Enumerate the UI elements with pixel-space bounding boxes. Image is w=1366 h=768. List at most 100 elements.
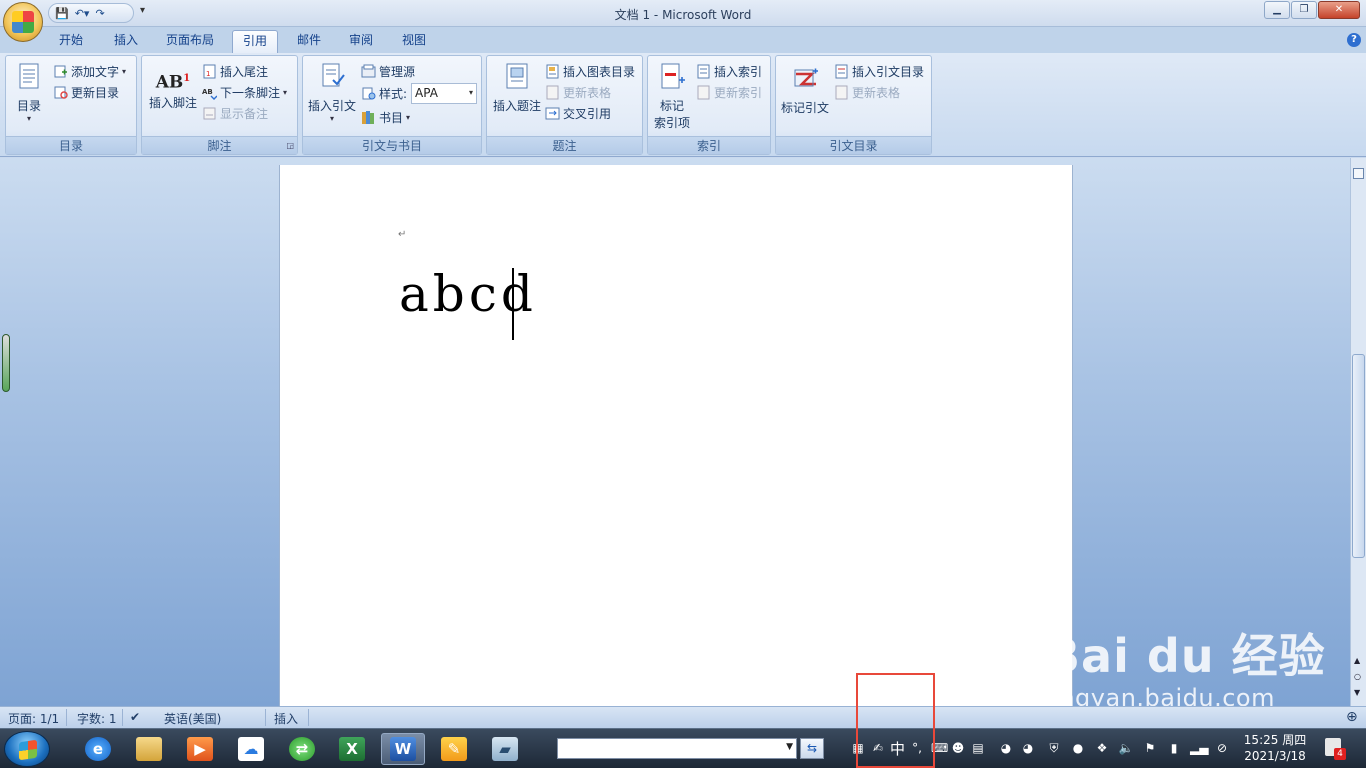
status-insert-mode[interactable]: 插入 [274, 710, 298, 727]
tab-mailings[interactable]: 邮件 [286, 30, 332, 53]
mark-entry-label-2: 索引项 [653, 116, 690, 130]
manage-sources-icon [361, 64, 376, 77]
update-table-button[interactable]: 更新表格 [545, 82, 611, 102]
ime-tools-icon[interactable]: ▤ [970, 740, 986, 756]
proofing-icon[interactable]: ✔ [130, 710, 140, 724]
tray-app-icon[interactable]: ● [1070, 740, 1086, 756]
update-toc-label: 更新目录 [71, 85, 120, 100]
tab-page-layout[interactable]: 页面布局 [157, 30, 223, 53]
scroll-down-icon[interactable]: ▼ [1354, 688, 1360, 697]
taskbar-baidu-netdisk[interactable]: ☁ [229, 733, 273, 765]
system-clock[interactable]: 15:25 周四 2021/3/18 [1240, 732, 1310, 764]
clock-date: 2021/3/18 [1244, 749, 1306, 763]
view-ruler-icon[interactable] [1353, 168, 1364, 179]
style-label: 样式: [379, 86, 408, 101]
insert-table-of-figures-label: 插入图表目录 [563, 64, 636, 79]
toc-button[interactable]: 目录 ▾ [12, 62, 46, 123]
update-index-button[interactable]: 更新索引 [696, 82, 762, 102]
signal-icon[interactable]: ▂▄ [1190, 740, 1208, 756]
taskbar-green-app[interactable]: ⇄ [280, 733, 324, 765]
network-app-icon[interactable]: ❖ [1094, 740, 1110, 756]
window-controls: ▁ ❐ ✕ [1264, 1, 1360, 19]
document-text[interactable]: abcd [399, 269, 537, 319]
next-footnote-button[interactable]: AB 下一条脚注 ▾ [202, 82, 287, 102]
update-toa-button[interactable]: 更新表格 [834, 82, 900, 102]
cross-reference-button[interactable]: 交叉引用 [545, 103, 611, 123]
address-input[interactable]: ▼ [557, 738, 797, 759]
taskbar-word[interactable]: W [381, 733, 425, 765]
status-separator [265, 709, 266, 726]
office-button[interactable] [3, 2, 43, 42]
address-go-button[interactable]: ⇆ [800, 738, 824, 759]
taskbar-excel[interactable]: X [330, 733, 374, 765]
insert-citation-button[interactable]: 插入引文 ▾ [305, 62, 359, 123]
chevron-down-icon: ▾ [329, 114, 334, 123]
bibliography-icon [362, 110, 374, 124]
taskbar-pencil-app[interactable]: ✎ [432, 733, 476, 765]
help-icon[interactable]: ? [1347, 33, 1361, 47]
show-notes-button[interactable]: 显示备注 [202, 103, 268, 123]
status-language[interactable]: 英语(美国) [164, 710, 221, 727]
taskbar-ie[interactable]: e [76, 733, 120, 765]
style-dropdown[interactable]: APA ▾ [411, 82, 478, 104]
insert-caption-button[interactable]: 插入题注 [489, 62, 545, 114]
close-button[interactable]: ✕ [1318, 1, 1360, 19]
mark-entry-button[interactable]: 标记 索引项 [650, 62, 694, 131]
zoom-in-icon[interactable]: ⊕ [1346, 709, 1358, 725]
start-button[interactable] [4, 731, 50, 767]
chevron-down-icon: ▾ [406, 112, 411, 122]
window-title: 文档 1 - Microsoft Word [614, 8, 752, 22]
update-toc-button[interactable]: 更新目录 [53, 82, 119, 102]
taskbar-notes-app[interactable]: ▰ [483, 733, 527, 765]
power-icon[interactable]: ▮ [1166, 740, 1182, 756]
insert-index-button[interactable]: 插入索引 [696, 61, 762, 81]
chevron-down-icon: ▾ [122, 66, 127, 76]
qq-icon[interactable]: ◕ [998, 740, 1014, 756]
taskbar-explorer[interactable] [127, 733, 171, 765]
mark-entry-label-1: 标记 [659, 99, 684, 113]
tab-review[interactable]: 审阅 [338, 30, 384, 53]
style-selector: 样式: APA ▾ [361, 82, 478, 104]
insert-table-of-figures-button[interactable]: 插入图表目录 [545, 61, 635, 81]
manage-sources-button[interactable]: 管理源 [361, 61, 415, 81]
security-shield-icon[interactable]: ⛨ [1046, 740, 1062, 756]
scrollbar-thumb[interactable] [1352, 354, 1365, 558]
add-text-button[interactable]: 添加文字 ▾ [53, 61, 126, 81]
bibliography-button[interactable]: 书目 ▾ [361, 107, 410, 127]
volume-icon[interactable]: 🔈 [1118, 740, 1134, 756]
mark-citation-button[interactable]: 标记引文 [778, 64, 832, 116]
group-label-index: 索引 [648, 136, 770, 154]
pencil-icon: ✎ [441, 737, 467, 761]
tab-insert[interactable]: 插入 [103, 30, 149, 53]
taskbar-media-player[interactable]: ▶ [178, 733, 222, 765]
status-page[interactable]: 页面: 1/1 [8, 710, 59, 727]
tab-references[interactable]: 引用 [232, 30, 278, 53]
vertical-scrollbar[interactable]: ▲ ○ ▼ [1350, 158, 1366, 706]
insert-footnote-label: 插入脚注 [148, 96, 197, 110]
chevron-down-icon: ▾ [469, 87, 474, 97]
action-center-flag-icon[interactable]: ⚑ [1142, 740, 1158, 756]
document-page[interactable]: ↵ abcd [279, 165, 1073, 706]
restore-button[interactable]: ❐ [1291, 1, 1317, 19]
tab-home[interactable]: 开始 [48, 30, 94, 53]
ribbon-tabs: 开始 插入 页面布局 引用 邮件 审阅 视图 ? [0, 27, 1366, 53]
cloud-icon: ☁ [238, 737, 264, 761]
insert-toa-button[interactable]: 插入引文目录 [834, 61, 924, 81]
cross-reference-label: 交叉引用 [563, 106, 612, 121]
style-icon [362, 87, 376, 99]
cross-reference-icon [545, 107, 560, 119]
manage-sources-label: 管理源 [379, 64, 416, 79]
scroll-up-icon[interactable]: ▲ [1354, 656, 1360, 665]
insert-endnote-button[interactable]: 1 插入尾注 [202, 61, 268, 81]
network-icon[interactable]: ⊘ [1214, 740, 1230, 756]
status-words[interactable]: 字数: 1 [77, 710, 117, 727]
insert-toa-icon [835, 64, 848, 78]
tab-view[interactable]: 视图 [391, 30, 437, 53]
update-toa-label: 更新表格 [852, 85, 901, 100]
qq-icon-2[interactable]: ◕ [1020, 740, 1036, 756]
browse-object-icon[interactable]: ○ [1354, 672, 1361, 681]
insert-footnote-button[interactable]: AB1 插入脚注 [146, 64, 200, 111]
ime-skin-icon[interactable]: ☻ [950, 740, 966, 756]
minimize-button[interactable]: ▁ [1264, 1, 1290, 19]
dialog-launcher-icon[interactable]: ◲ [286, 141, 294, 150]
